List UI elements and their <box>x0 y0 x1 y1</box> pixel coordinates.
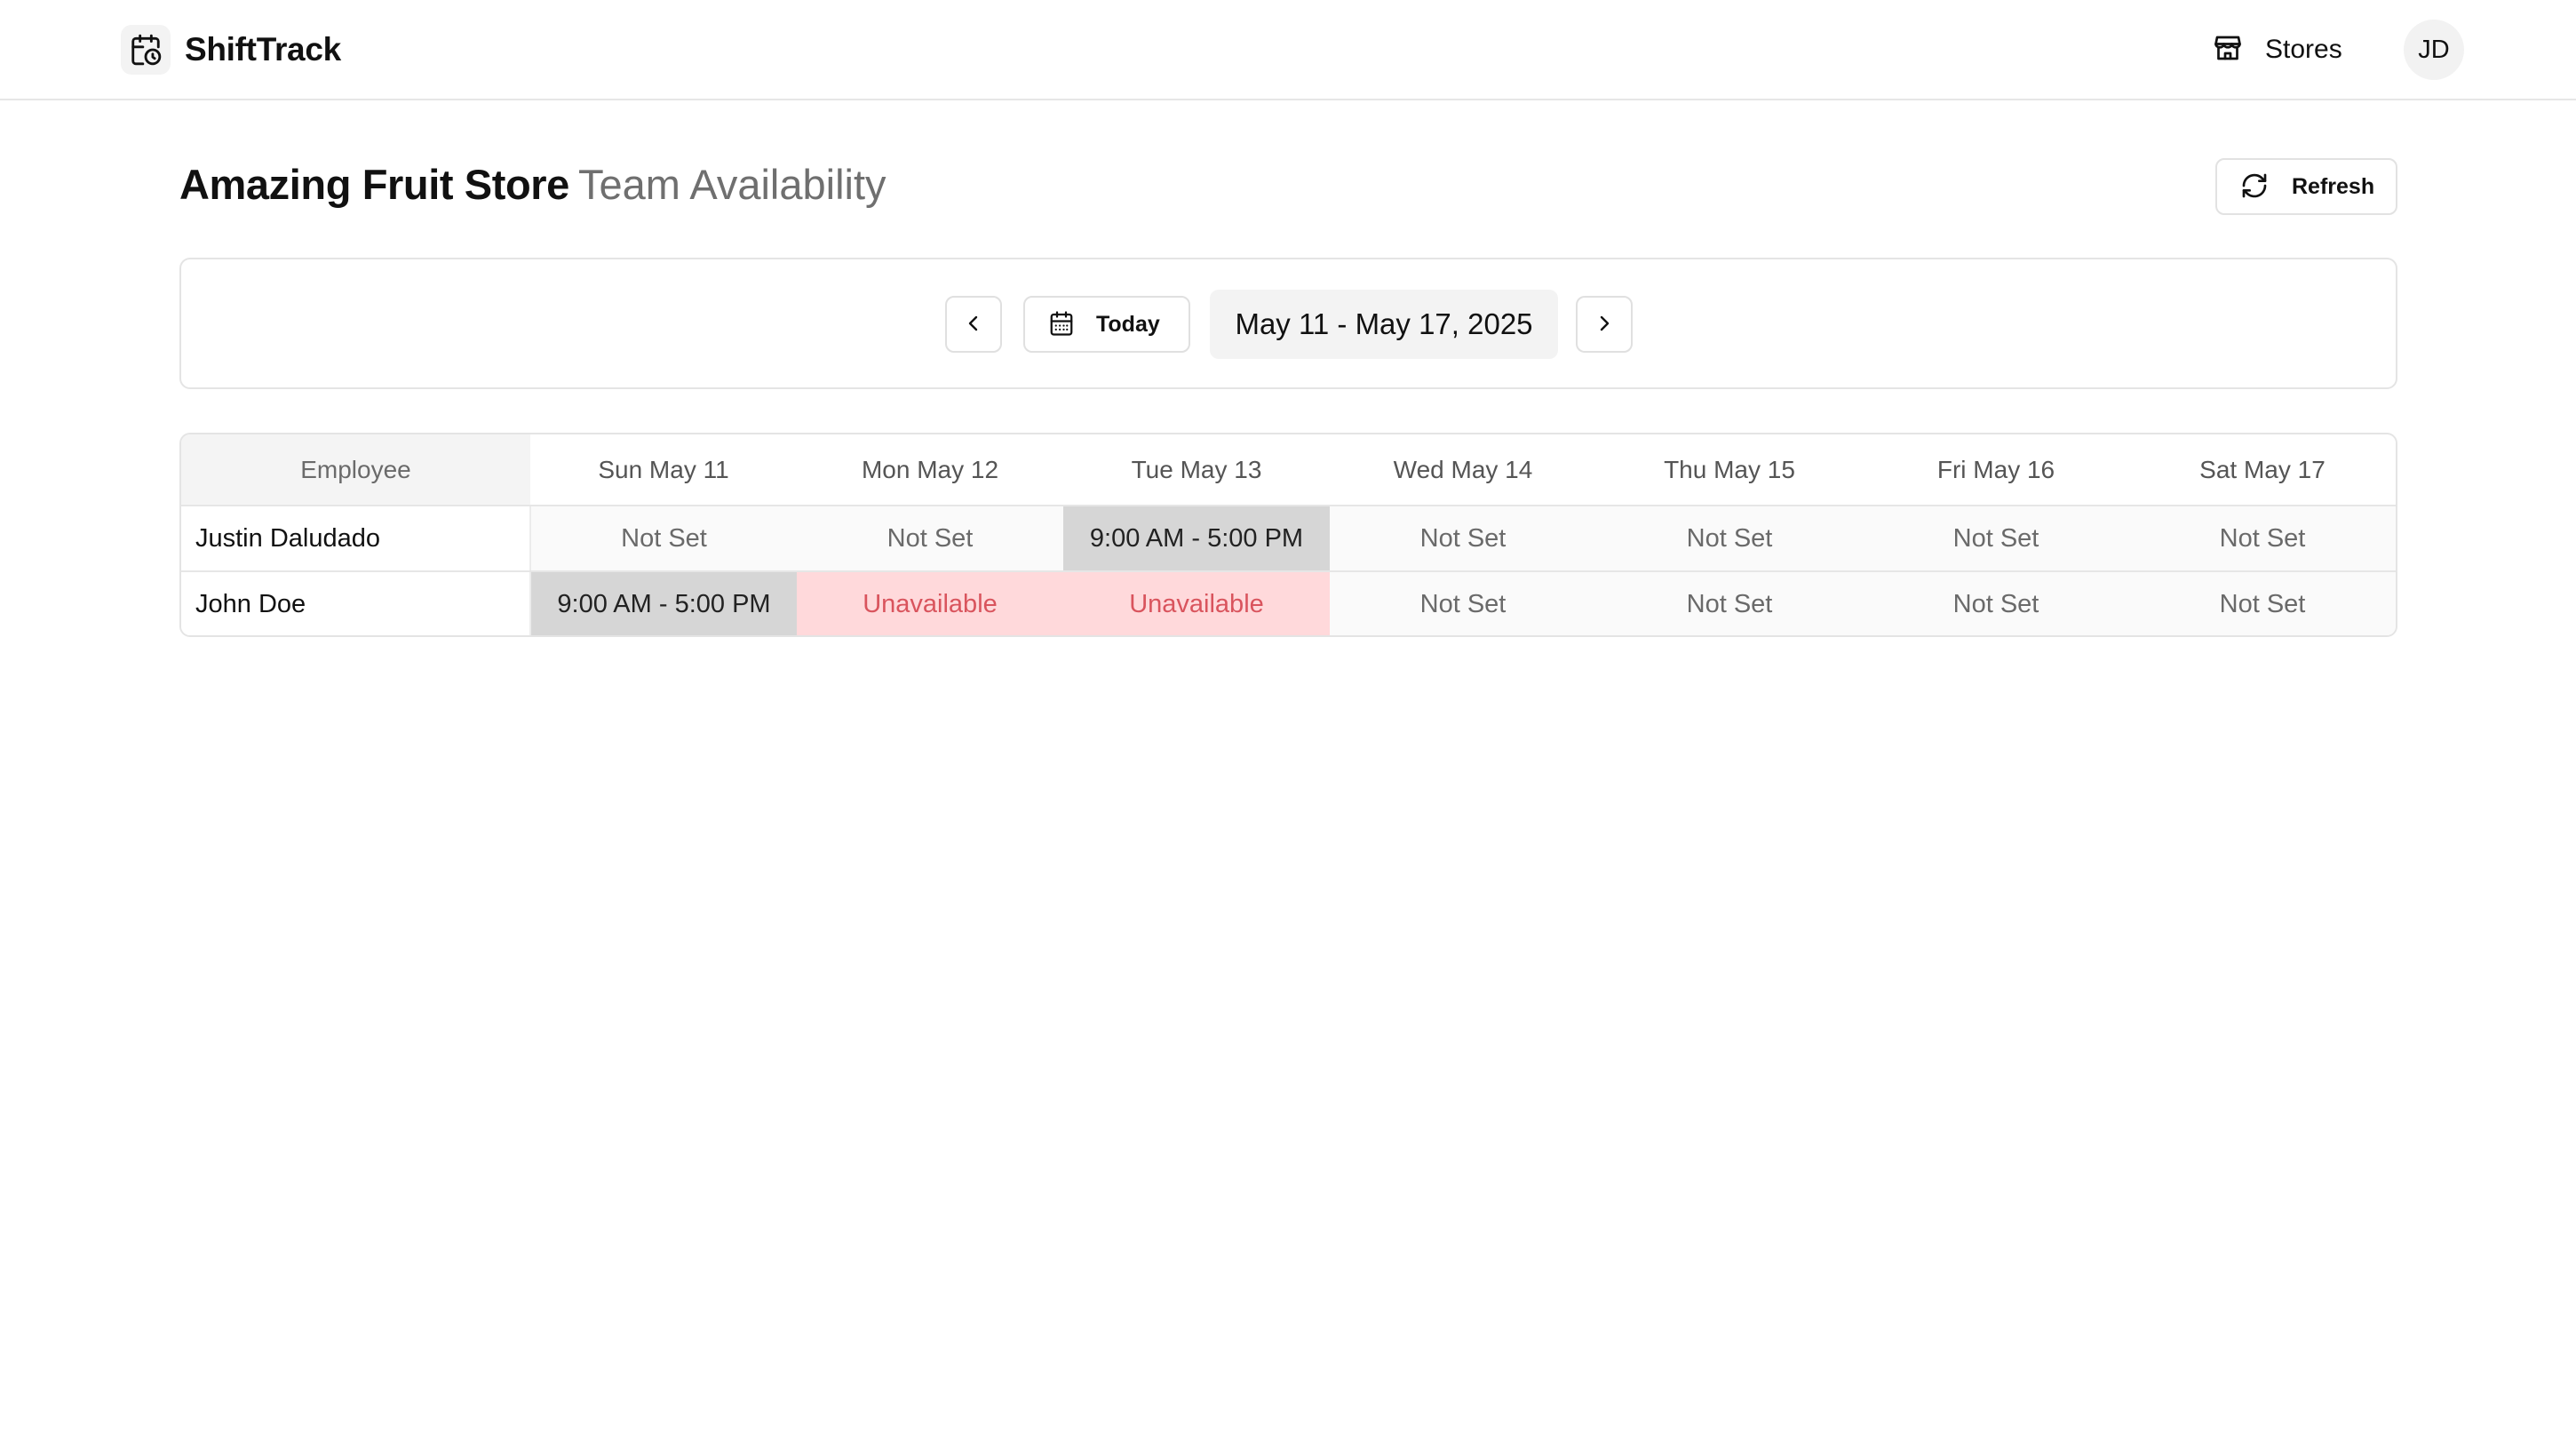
store-name: Amazing Fruit Store <box>179 161 569 208</box>
availability-cell[interactable]: 9:00 AM - 5:00 PM <box>1063 506 1330 572</box>
column-header-day: Sun May 11 <box>530 434 797 506</box>
calendar-icon <box>1048 310 1075 339</box>
calendar-clock-icon <box>121 25 171 75</box>
chevron-left-icon <box>963 313 984 337</box>
availability-cell[interactable]: Unavailable <box>797 571 1063 635</box>
today-label: Today <box>1096 311 1160 337</box>
app-name: ShiftTrack <box>185 31 341 68</box>
column-header-day: Sat May 17 <box>2129 434 2396 506</box>
availability-table: Employee Sun May 11 Mon May 12 Tue May 1… <box>179 433 2397 637</box>
column-header-day: Wed May 14 <box>1330 434 1596 506</box>
availability-cell[interactable]: Not Set <box>1596 571 1863 635</box>
chevron-right-icon <box>1594 313 1615 337</box>
week-navigation: Today May 11 - May 17, 2025 <box>179 258 2397 389</box>
availability-cell[interactable]: Not Set <box>2129 506 2396 572</box>
availability-cell[interactable]: Not Set <box>1596 506 1863 572</box>
availability-cell[interactable]: Not Set <box>1863 571 2129 635</box>
refresh-label: Refresh <box>2292 173 2375 199</box>
stores-label: Stores <box>2265 35 2342 64</box>
stores-link[interactable]: Stores <box>2212 30 2342 69</box>
column-header-employee: Employee <box>181 434 530 506</box>
availability-cell[interactable]: 9:00 AM - 5:00 PM <box>530 571 797 635</box>
today-button[interactable]: Today <box>1023 296 1190 353</box>
availability-cell[interactable]: Not Set <box>1330 571 1596 635</box>
user-avatar[interactable]: JD <box>2404 20 2464 80</box>
availability-cell[interactable]: Not Set <box>2129 571 2396 635</box>
employee-name: Justin Daludado <box>181 506 531 572</box>
column-header-day: Fri May 16 <box>1863 434 2129 506</box>
refresh-icon <box>2240 171 2269 203</box>
store-icon <box>2212 32 2244 68</box>
availability-cell[interactable]: Not Set <box>1330 506 1596 572</box>
table-row: John Doe 9:00 AM - 5:00 PM Unavailable U… <box>181 571 2396 635</box>
date-range-display[interactable]: May 11 - May 17, 2025 <box>1210 290 1558 359</box>
availability-cell[interactable]: Not Set <box>797 506 1063 572</box>
top-navbar: ShiftTrack Stores JD <box>0 0 2576 100</box>
page-title: Amazing Fruit Store Team Availability <box>179 158 886 211</box>
page-subtitle: Team Availability <box>577 161 886 208</box>
column-header-day: Tue May 13 <box>1063 434 1330 506</box>
next-week-button[interactable] <box>1576 296 1633 353</box>
previous-week-button[interactable] <box>945 296 1002 353</box>
refresh-button[interactable]: Refresh <box>2215 158 2397 215</box>
availability-cell[interactable]: Not Set <box>530 506 797 572</box>
column-header-day: Mon May 12 <box>797 434 1063 506</box>
column-header-day: Thu May 15 <box>1596 434 1863 506</box>
brand[interactable]: ShiftTrack <box>121 25 341 75</box>
table-row: Justin Daludado Not Set Not Set 9:00 AM … <box>181 506 2396 572</box>
employee-name: John Doe <box>181 571 531 635</box>
availability-cell[interactable]: Unavailable <box>1063 571 1330 635</box>
availability-cell[interactable]: Not Set <box>1863 506 2129 572</box>
table-header-row: Employee Sun May 11 Mon May 12 Tue May 1… <box>181 434 2396 506</box>
